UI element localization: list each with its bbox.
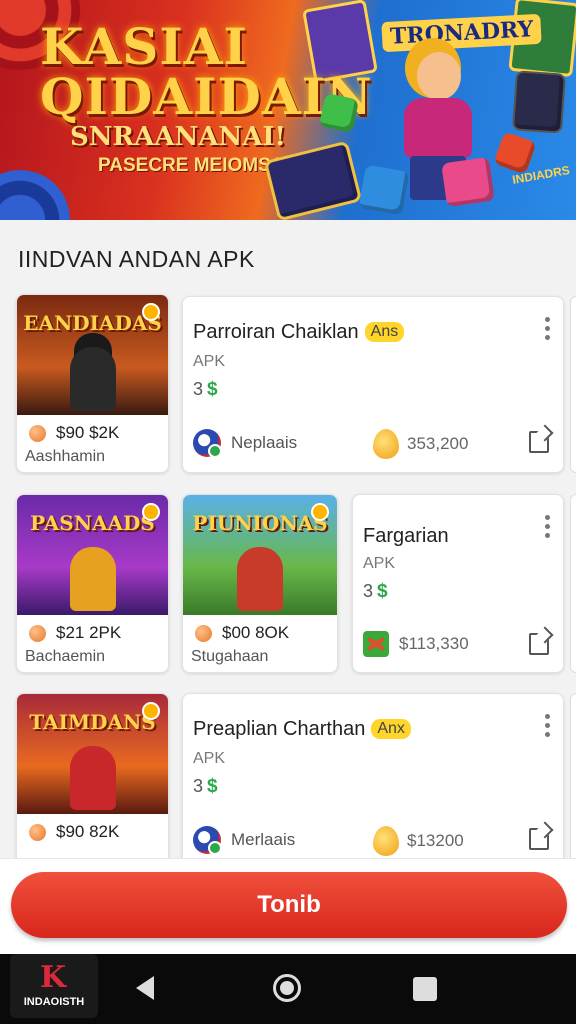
share-icon[interactable] <box>529 828 549 850</box>
dice-decoration <box>318 92 360 134</box>
app-card-wide[interactable]: Fargarian APK 3 $ $113,330 <box>352 494 564 673</box>
download-count: $113,330 <box>363 631 469 657</box>
download-count: 353,200 <box>373 429 468 459</box>
app-badge: Ans <box>364 322 405 342</box>
game-board-decoration <box>511 70 567 134</box>
banner-tagline: PASECRE MEIOMSAI <box>98 155 290 176</box>
app-logo[interactable]: K INDAOISTH <box>10 954 98 1018</box>
game-icon <box>363 631 389 657</box>
promo-banner[interactable]: TRONADRY KASIAI QIDAIDAIN SNRAANANAI! PA… <box>0 0 576 220</box>
app-thumbnail: PASNAADS <box>17 495 168 615</box>
primary-action-button[interactable]: Tonib <box>11 872 567 938</box>
back-icon[interactable] <box>136 976 154 1000</box>
share-icon[interactable] <box>529 431 549 453</box>
avatar-icon <box>193 429 222 458</box>
banner-title: KASIAI QIDAIDAIN <box>40 17 373 126</box>
app-logo-mark: K <box>40 960 67 995</box>
droplet-icon <box>373 826 399 856</box>
app-card-wide[interactable]: Parroiran Chaiklan Ans APK 3 $ Neplaais 35… <box>182 296 564 473</box>
app-name: Aashhamin <box>25 448 106 465</box>
droplet-icon <box>373 429 399 459</box>
game-board-decoration <box>263 140 363 220</box>
banner-subtitle: SNRAANANAI! <box>70 122 286 152</box>
dice-decoration <box>358 164 410 216</box>
app-badge: Anx <box>371 719 411 739</box>
more-vert-icon[interactable] <box>545 714 551 740</box>
app-name: Bachaemin <box>25 648 106 665</box>
share-icon[interactable] <box>529 633 549 655</box>
more-vert-icon[interactable] <box>545 515 551 541</box>
app-type: APK <box>193 750 226 767</box>
app-title: Fargarian <box>363 525 449 547</box>
badge-icon <box>142 303 160 321</box>
app-type: APK <box>363 555 396 572</box>
app-price: $90 82K <box>29 822 119 842</box>
badge-icon <box>142 503 160 521</box>
dice-decoration <box>441 156 495 208</box>
coin-icon <box>29 425 46 443</box>
app-card-small[interactable]: PIUNIONAS $00 8OK Stugahaan <box>182 494 338 673</box>
app-price: $00 8OK <box>195 623 289 643</box>
coin-icon <box>29 625 46 643</box>
download-count: $13200 <box>373 826 464 856</box>
coin-icon <box>29 824 46 842</box>
home-icon[interactable] <box>273 974 301 1002</box>
next-card-edge <box>570 693 576 872</box>
avatar-icon <box>193 826 222 855</box>
app-thumbnail: EANDIADAS <box>17 295 168 415</box>
app-logo-name: INDAOISTH <box>23 996 85 1008</box>
app-card-small[interactable]: PASNAADS $21 2PK Bachaemin <box>16 494 169 673</box>
dice-decoration <box>493 131 537 175</box>
app-card-small[interactable]: TAIMDANS $90 82K <box>16 693 169 872</box>
next-card-edge <box>570 296 576 473</box>
app-rating: 3 $ <box>193 776 218 797</box>
coin-icon <box>195 625 212 643</box>
recents-icon[interactable] <box>413 977 437 1001</box>
app-title: Preaplian Charthan Anx <box>193 718 411 741</box>
developer[interactable]: Neplaais <box>193 429 297 458</box>
developer[interactable]: Merlaais <box>193 826 295 855</box>
app-card-wide[interactable]: Preaplian Charthan Anx APK 3 $ Merlaais $1… <box>182 693 564 872</box>
app-rating: 3 $ <box>193 379 218 400</box>
next-card-edge <box>570 494 576 673</box>
app-thumbnail: TAIMDANS <box>17 694 168 814</box>
app-title: Parroiran Chaiklan Ans <box>193 321 405 344</box>
app-name: Stugahaan <box>191 648 269 665</box>
app-card-small[interactable]: EANDIADAS $90 $2K Aashhamin <box>16 294 169 473</box>
section-title: IINDVAN ANDAN APK <box>18 246 255 272</box>
screen: TRONADRY KASIAI QIDAIDAIN SNRAANANAI! PA… <box>0 0 576 1024</box>
app-rating: 3 $ <box>363 581 388 602</box>
app-price: $21 2PK <box>29 623 121 643</box>
badge-icon <box>311 503 329 521</box>
more-vert-icon[interactable] <box>545 317 551 343</box>
app-price: $90 $2K <box>29 423 119 443</box>
swirl-decoration <box>0 170 70 220</box>
badge-icon <box>142 702 160 720</box>
app-type: APK <box>193 353 226 370</box>
app-thumbnail: PIUNIONAS <box>183 495 337 615</box>
